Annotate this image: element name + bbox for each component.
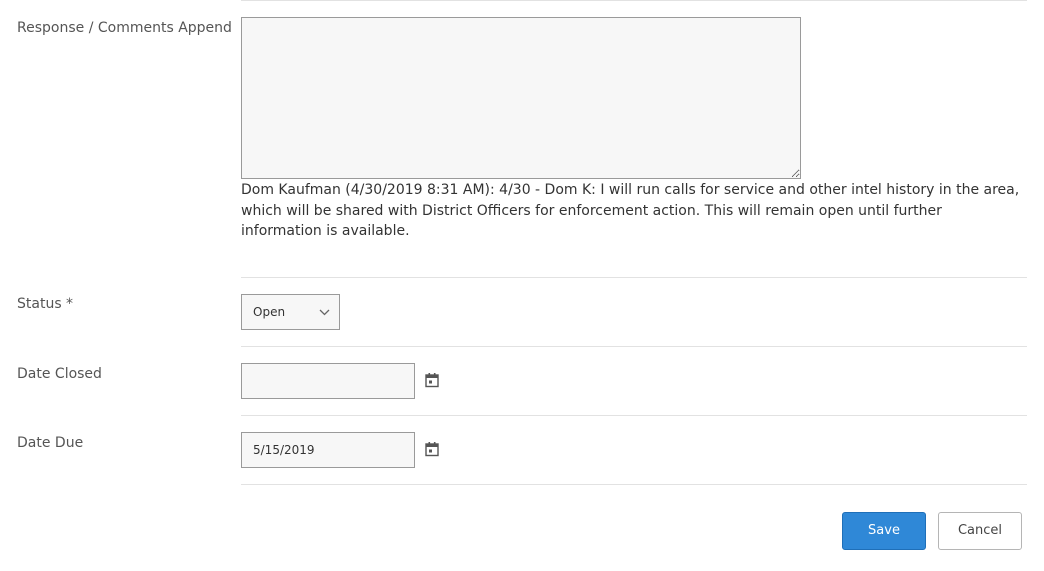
- date-due-input[interactable]: [241, 432, 415, 468]
- divider-date-due: [241, 484, 1027, 485]
- cancel-button[interactable]: Cancel: [938, 512, 1022, 550]
- chevron-down-icon: [319, 309, 330, 316]
- date-closed-label: Date Closed: [17, 366, 102, 382]
- save-button[interactable]: Save: [842, 512, 926, 550]
- date-due-label: Date Due: [17, 435, 84, 451]
- divider-comment: [241, 277, 1027, 278]
- response-label: Response / Comments Append: [17, 20, 232, 36]
- status-select[interactable]: Open: [241, 294, 340, 330]
- divider-status: [241, 346, 1027, 347]
- calendar-icon[interactable]: [424, 372, 440, 388]
- status-selected-value: Open: [253, 305, 286, 319]
- date-closed-input[interactable]: [241, 363, 415, 399]
- divider-date-closed: [241, 415, 1027, 416]
- existing-comment-text: Dom Kaufman (4/30/2019 8:31 AM): 4/30 - …: [241, 182, 1020, 239]
- top-divider: [241, 0, 1027, 1]
- response-textarea[interactable]: [241, 17, 801, 179]
- calendar-icon[interactable]: [424, 441, 440, 457]
- status-label: Status *: [17, 296, 74, 312]
